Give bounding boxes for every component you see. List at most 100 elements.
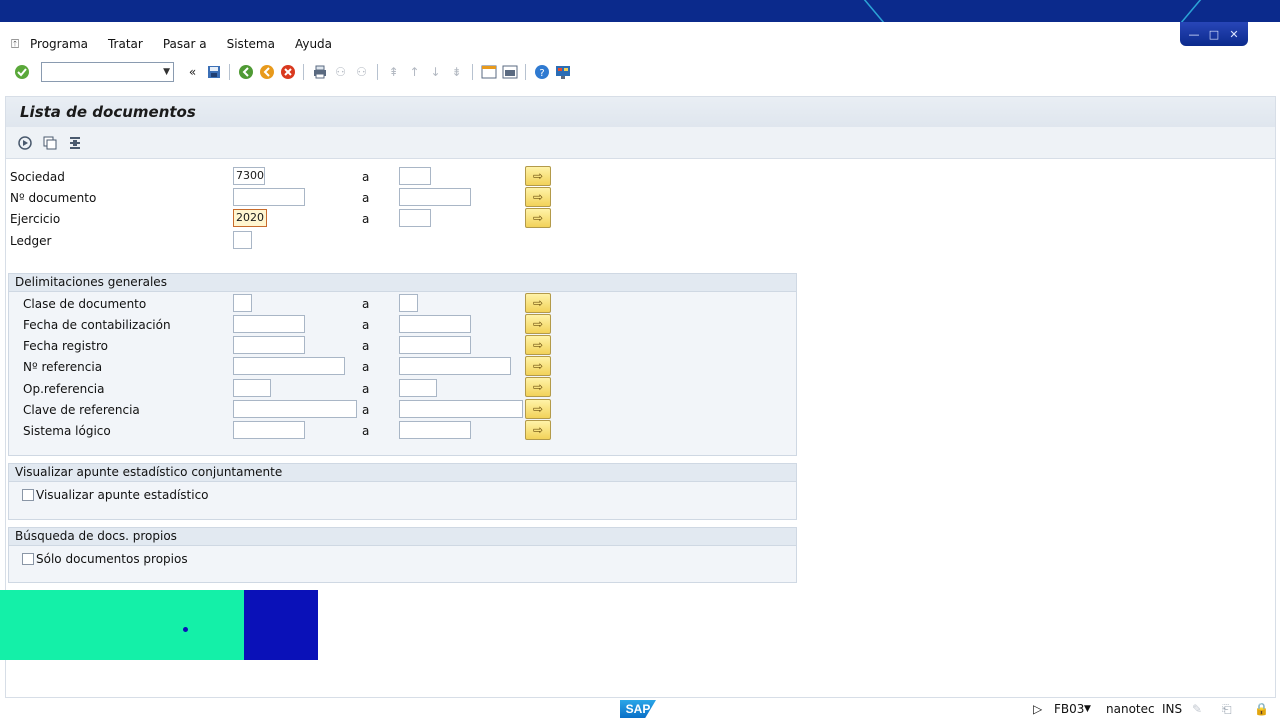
- ejercicio-to-input[interactable]: [399, 209, 431, 227]
- find-icon: ⚇: [335, 65, 346, 79]
- exit-icon[interactable]: [256, 62, 277, 82]
- sociedad-to-input[interactable]: [399, 167, 431, 185]
- transaction-code[interactable]: FB03: [1054, 702, 1084, 716]
- group-title: Delimitaciones generales: [9, 274, 796, 292]
- first-page-icon: ⇞: [388, 65, 399, 79]
- minimize-icon[interactable]: —: [1186, 28, 1202, 41]
- ejercicio-from-input[interactable]: 2020: [233, 209, 267, 227]
- range-separator: a: [362, 191, 370, 205]
- insert-mode[interactable]: INS: [1162, 702, 1182, 716]
- get-variant-icon[interactable]: [39, 133, 60, 153]
- maximize-icon[interactable]: □: [1206, 28, 1222, 41]
- multiple-selection-button[interactable]: ⇨: [525, 356, 551, 376]
- help-icon[interactable]: ?: [531, 62, 552, 82]
- field-label-referencia: Nº referencia: [23, 360, 103, 374]
- multiple-selection-button[interactable]: ⇨: [525, 208, 551, 228]
- enter-icon[interactable]: [11, 62, 32, 82]
- range-separator: a: [362, 382, 370, 396]
- user-name: nanotec: [1106, 702, 1155, 716]
- collapse-icon[interactable]: «: [182, 62, 203, 82]
- sistema-logico-from-input[interactable]: [233, 421, 305, 439]
- group-title: Visualizar apunte estadístico conjuntame…: [9, 464, 796, 482]
- standard-toolbar: ▼ « ⚇ ⚇ ⇞ ↑ ↓ ⇟ ?: [0, 60, 1280, 84]
- own-documents-checkbox[interactable]: [22, 553, 34, 565]
- multiple-selection-button[interactable]: ⇨: [525, 420, 551, 440]
- range-separator: a: [362, 212, 370, 226]
- find-next-icon: ⚇: [356, 65, 367, 79]
- multiple-selection-button[interactable]: ⇨: [525, 377, 551, 397]
- menu-programa[interactable]: Programa: [30, 37, 88, 51]
- chevron-down-icon[interactable]: ▼: [1084, 704, 1091, 714]
- execute-icon[interactable]: [14, 133, 35, 153]
- play-icon[interactable]: ▷: [1033, 702, 1042, 716]
- fecha-registro-to-input[interactable]: [399, 336, 471, 354]
- op-referencia-to-input[interactable]: [399, 379, 437, 397]
- menu-icon[interactable]: ⍐: [0, 37, 30, 52]
- svg-text:?: ?: [539, 68, 544, 79]
- range-separator: a: [362, 170, 370, 184]
- overlay-green-block: [0, 590, 244, 660]
- clave-referencia-from-input[interactable]: [233, 400, 357, 418]
- sociedad-from-input[interactable]: 7300: [233, 167, 265, 185]
- range-separator: a: [362, 339, 370, 353]
- arrow-right-icon: ⇨: [532, 211, 544, 225]
- edit-icon: ✎: [1192, 702, 1203, 716]
- range-separator: a: [362, 424, 370, 438]
- title-bar-decoration: [1180, 0, 1220, 22]
- statistical-items-checkbox[interactable]: [22, 489, 34, 501]
- shortcut-icon[interactable]: [499, 62, 520, 82]
- chevron-down-icon[interactable]: ▼: [163, 67, 170, 77]
- clave-referencia-to-input[interactable]: [399, 400, 523, 418]
- arrow-right-icon: ⇨: [532, 169, 544, 183]
- documento-from-input[interactable]: [233, 188, 305, 206]
- fecha-registro-from-input[interactable]: [233, 336, 305, 354]
- ledger-input[interactable]: [233, 231, 252, 249]
- window-controls: — □ ✕: [1180, 22, 1248, 46]
- menu-tratar[interactable]: Tratar: [108, 37, 143, 51]
- range-separator: a: [362, 297, 370, 311]
- print-icon[interactable]: [309, 62, 330, 82]
- multiple-selection-button[interactable]: ⇨: [525, 293, 551, 313]
- multiple-selection-button[interactable]: ⇨: [525, 187, 551, 207]
- last-page-icon: ⇟: [451, 65, 462, 79]
- multiple-selection-button[interactable]: ⇨: [525, 314, 551, 334]
- application-toolbar: [6, 127, 1275, 159]
- field-label-clave-referencia: Clave de referencia: [23, 403, 140, 417]
- fecha-contabilizacion-from-input[interactable]: [233, 315, 305, 333]
- new-session-icon[interactable]: [478, 62, 499, 82]
- title-bar-decoration: [835, 0, 885, 22]
- multiple-selection-button[interactable]: ⇨: [525, 399, 551, 419]
- page-title: Lista de documentos: [6, 97, 1275, 127]
- clase-documento-from-input[interactable]: [233, 294, 252, 312]
- field-label-fecha-contabilizacion: Fecha de contabilización: [23, 318, 171, 332]
- lock-icon[interactable]: 🔒: [1254, 702, 1269, 716]
- save-icon[interactable]: [203, 62, 224, 82]
- multiple-selection-button[interactable]: ⇨: [525, 166, 551, 186]
- statistical-items-label: Visualizar apunte estadístico: [36, 488, 209, 502]
- referencia-from-input[interactable]: [233, 357, 345, 375]
- customize-layout-icon[interactable]: [552, 62, 573, 82]
- screen-icon: ⎗: [1222, 702, 1232, 716]
- toolbar-separator: [525, 64, 526, 80]
- toolbar-separator: [472, 64, 473, 80]
- menu-ayuda[interactable]: Ayuda: [295, 37, 332, 51]
- documento-to-input[interactable]: [399, 188, 471, 206]
- overlay-dot: [183, 627, 188, 632]
- clase-documento-to-input[interactable]: [399, 294, 418, 312]
- fecha-contabilizacion-to-input[interactable]: [399, 315, 471, 333]
- multiple-selection-button[interactable]: ⇨: [525, 335, 551, 355]
- field-label-ledger: Ledger: [10, 234, 52, 248]
- menu-pasar-a[interactable]: Pasar a: [163, 37, 207, 51]
- cancel-icon[interactable]: [277, 62, 298, 82]
- referencia-to-input[interactable]: [399, 357, 511, 375]
- close-icon[interactable]: ✕: [1226, 28, 1242, 41]
- sistema-logico-to-input[interactable]: [399, 421, 471, 439]
- color-overlay: [0, 590, 318, 660]
- field-label-fecha-registro: Fecha registro: [23, 339, 108, 353]
- selection-options-icon[interactable]: [64, 133, 85, 153]
- back-icon[interactable]: [235, 62, 256, 82]
- command-field[interactable]: ▼: [41, 62, 174, 82]
- op-referencia-from-input[interactable]: [233, 379, 271, 397]
- field-label-sociedad: Sociedad: [10, 170, 65, 184]
- menu-sistema[interactable]: Sistema: [227, 37, 275, 51]
